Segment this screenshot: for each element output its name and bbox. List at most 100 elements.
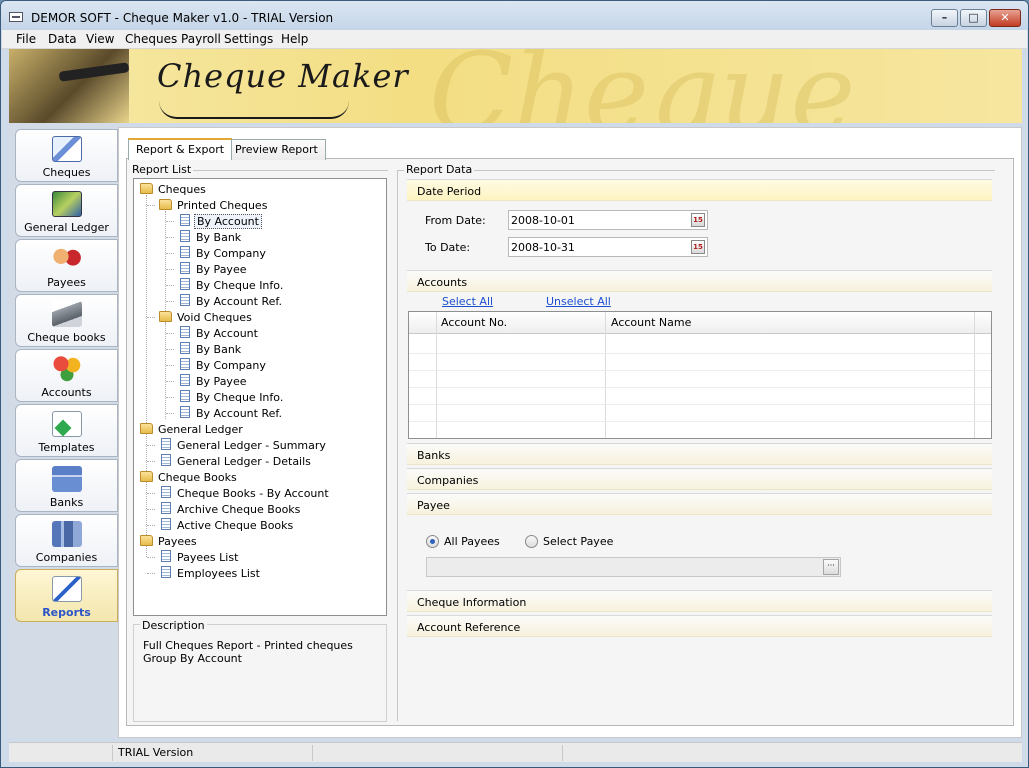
tree-line xyxy=(147,493,155,494)
tree-line xyxy=(166,333,174,334)
cheque-books-icon xyxy=(52,301,82,327)
tab-report-export[interactable]: Report & Export xyxy=(128,138,233,160)
folder-icon xyxy=(159,311,172,322)
select-payee-radio[interactable] xyxy=(525,535,538,548)
tree-line xyxy=(147,205,155,206)
grid-column-line xyxy=(605,312,606,438)
document-icon xyxy=(161,486,171,498)
nav-banks[interactable]: Banks xyxy=(15,459,118,512)
folder-icon xyxy=(140,471,153,482)
section-title: Account Reference xyxy=(417,621,521,634)
menu-file[interactable]: File xyxy=(16,32,36,46)
to-date-value: 2008-10-31 xyxy=(511,241,575,254)
calendar-icon[interactable]: 15 xyxy=(691,213,705,227)
tree-item-label: Payees List xyxy=(177,551,239,564)
report-tree[interactable]: Cheques Printed Cheques By Account By Bank B… xyxy=(133,178,387,616)
tree-item-label: Printed Cheques xyxy=(177,199,268,212)
nav-cheque-books[interactable]: Cheque books xyxy=(15,294,118,347)
tree-line xyxy=(166,221,174,222)
tree-line xyxy=(165,211,166,323)
document-icon xyxy=(161,518,171,530)
tree-item-label: By Payee xyxy=(196,375,247,388)
tree-line xyxy=(166,237,174,238)
tree-item-label: By Bank xyxy=(196,231,242,244)
accounts-header[interactable]: Accounts xyxy=(407,270,992,292)
folder-icon xyxy=(159,199,172,210)
status-bar: TRIAL Version xyxy=(9,742,1022,762)
tree-line xyxy=(166,253,174,254)
nav-payees[interactable]: Payees xyxy=(15,239,118,292)
tree-item-label: By Account Ref. xyxy=(196,407,282,420)
tree-item-label: General Ledger xyxy=(158,423,243,436)
report-data-left-border xyxy=(397,170,398,721)
document-icon xyxy=(180,342,190,354)
calendar-icon[interactable]: 15 xyxy=(691,240,705,254)
accounts-grid[interactable]: Account No. Account Name xyxy=(408,311,992,439)
payee-selector[interactable]: ··· xyxy=(426,557,841,577)
banks-header[interactable]: Banks xyxy=(407,443,992,465)
from-date-input[interactable]: 2008-10-01 15 xyxy=(508,210,708,230)
menu-settings[interactable]: Settings xyxy=(224,32,273,46)
nav-label: Companies xyxy=(35,551,98,564)
document-icon xyxy=(180,406,190,418)
tree-item-label: Void Cheques xyxy=(177,311,252,324)
ellipsis-icon[interactable]: ··· xyxy=(823,559,839,575)
document-icon xyxy=(161,566,171,578)
app-icon xyxy=(9,12,23,22)
date-period-header[interactable]: Date Period xyxy=(407,179,992,201)
report-data-divider xyxy=(397,170,995,171)
to-date-input[interactable]: 2008-10-31 15 xyxy=(508,237,708,257)
tree-item-label: By Bank xyxy=(196,343,242,356)
cheques-icon xyxy=(52,136,82,162)
section-title: Cheque Information xyxy=(417,596,527,609)
cheque-information-header[interactable]: Cheque Information xyxy=(407,590,992,612)
unselect-all-link[interactable]: Unselect All xyxy=(546,295,611,308)
accounts-grid-header: Account No. Account Name xyxy=(409,312,991,334)
payee-header[interactable]: Payee xyxy=(407,493,992,515)
document-icon xyxy=(180,374,190,386)
section-title: Payee xyxy=(417,499,450,512)
report-list-label: Report List xyxy=(130,163,194,176)
from-date-value: 2008-10-01 xyxy=(511,214,575,227)
companies-header[interactable]: Companies xyxy=(407,468,992,490)
nav-general-ledger[interactable]: General Ledger xyxy=(15,184,118,237)
document-icon xyxy=(180,230,190,242)
tree-line xyxy=(166,301,174,302)
tab-preview-report[interactable]: Preview Report xyxy=(227,139,326,160)
minimize-icon: – xyxy=(941,11,948,24)
column-account-name[interactable]: Account Name xyxy=(611,316,691,329)
tree-line xyxy=(166,381,174,382)
tree-item-label: Employees List xyxy=(177,567,260,580)
all-payees-radio[interactable] xyxy=(426,535,439,548)
description-line-1: Full Cheques Report - Printed cheques xyxy=(143,639,353,652)
close-button[interactable]: ✕ xyxy=(989,9,1021,27)
nav-reports[interactable]: Reports xyxy=(15,569,118,622)
status-cell-empty xyxy=(562,745,1017,761)
nav-label: General Ledger xyxy=(24,221,109,234)
fountain-pen-image xyxy=(9,49,129,123)
nav-accounts[interactable]: Accounts xyxy=(15,349,118,402)
menu-help[interactable]: Help xyxy=(281,32,308,46)
nav-cheques[interactable]: Cheques xyxy=(15,129,118,182)
maximize-button[interactable]: □ xyxy=(960,9,987,27)
maximize-icon: □ xyxy=(968,11,979,24)
menu-cheques-payroll[interactable]: Cheques Payroll xyxy=(125,32,221,46)
menu-data[interactable]: Data xyxy=(48,32,77,46)
account-reference-header[interactable]: Account Reference xyxy=(407,615,992,637)
select-payee-label[interactable]: Select Payee xyxy=(543,535,613,548)
accounts-icon xyxy=(52,356,82,382)
tree-line xyxy=(147,509,155,510)
tree-line xyxy=(147,557,155,558)
general-ledger-icon xyxy=(52,191,82,217)
nav-companies[interactable]: Companies xyxy=(15,514,118,567)
section-title: Banks xyxy=(417,449,451,462)
column-account-no[interactable]: Account No. xyxy=(441,316,507,329)
all-payees-label[interactable]: All Payees xyxy=(444,535,500,548)
menu-view[interactable]: View xyxy=(86,32,114,46)
minimize-button[interactable]: – xyxy=(931,9,958,27)
select-all-link[interactable]: Select All xyxy=(442,295,493,308)
templates-icon xyxy=(52,411,82,437)
tree-item-label: Cheque Books - By Account xyxy=(177,487,329,500)
nav-templates[interactable]: Templates xyxy=(15,404,118,457)
section-title: Accounts xyxy=(417,276,468,289)
